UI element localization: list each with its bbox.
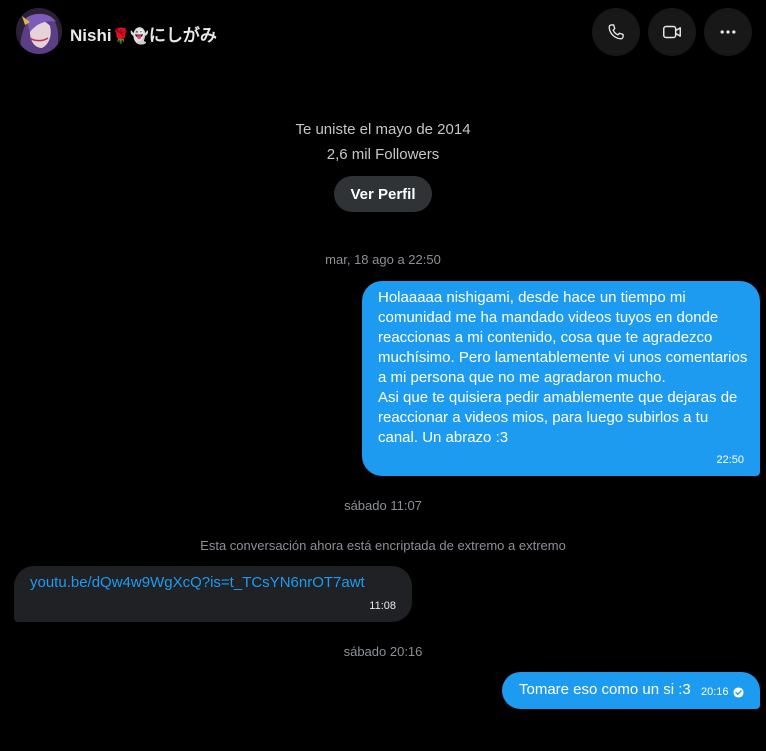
- message-time: 22:50: [716, 454, 744, 466]
- call-button[interactable]: [592, 8, 640, 56]
- more-horizontal-icon: [720, 30, 736, 34]
- conversation-header: Nishi🌹👻にしがみ: [0, 0, 766, 64]
- avatar[interactable]: [16, 8, 62, 54]
- message-text: Holaaaaa nishigami, desde hace un tiempo…: [378, 289, 748, 446]
- contact-name-emojis: 🌹👻: [111, 27, 149, 45]
- message-timestamp: mar, 18 ago a 22:50: [325, 252, 441, 267]
- message-timestamp: sábado 11:07: [344, 498, 422, 513]
- phone-icon: [608, 24, 624, 40]
- encryption-notice: Esta conversación ahora está encriptada …: [200, 538, 566, 553]
- view-profile-button[interactable]: Ver Perfil: [334, 176, 432, 212]
- incoming-message[interactable]: youtu.be/dQw4w9WgXcQ?is=t_TCsYN6nrOT7awt…: [14, 566, 412, 622]
- joined-date: Te uniste el mayo de 2014: [295, 121, 471, 138]
- outgoing-message[interactable]: Tomare eso como un si :3 20:16: [502, 672, 760, 709]
- video-call-button[interactable]: [648, 8, 696, 56]
- message-link[interactable]: youtu.be/dQw4w9WgXcQ?is=t_TCsYN6nrOT7awt: [30, 574, 365, 591]
- contact-name-suffix: にしがみ: [148, 26, 217, 45]
- contact-name: Nishi🌹👻にしがみ: [70, 21, 217, 46]
- message-text: Tomare eso como un si :3: [519, 681, 691, 698]
- read-check-icon: [733, 687, 744, 698]
- message-timestamp: sábado 20:16: [343, 644, 423, 659]
- contact-name-text: Nishi: [70, 26, 112, 45]
- followers-count: 2,6 mil Followers: [326, 146, 440, 163]
- message-time: 20:16: [701, 686, 729, 698]
- video-camera-icon: [663, 25, 681, 39]
- outgoing-message[interactable]: Holaaaaa nishigami, desde hace un tiempo…: [362, 281, 760, 476]
- message-time: 11:08: [369, 600, 396, 612]
- more-options-button[interactable]: [704, 8, 752, 56]
